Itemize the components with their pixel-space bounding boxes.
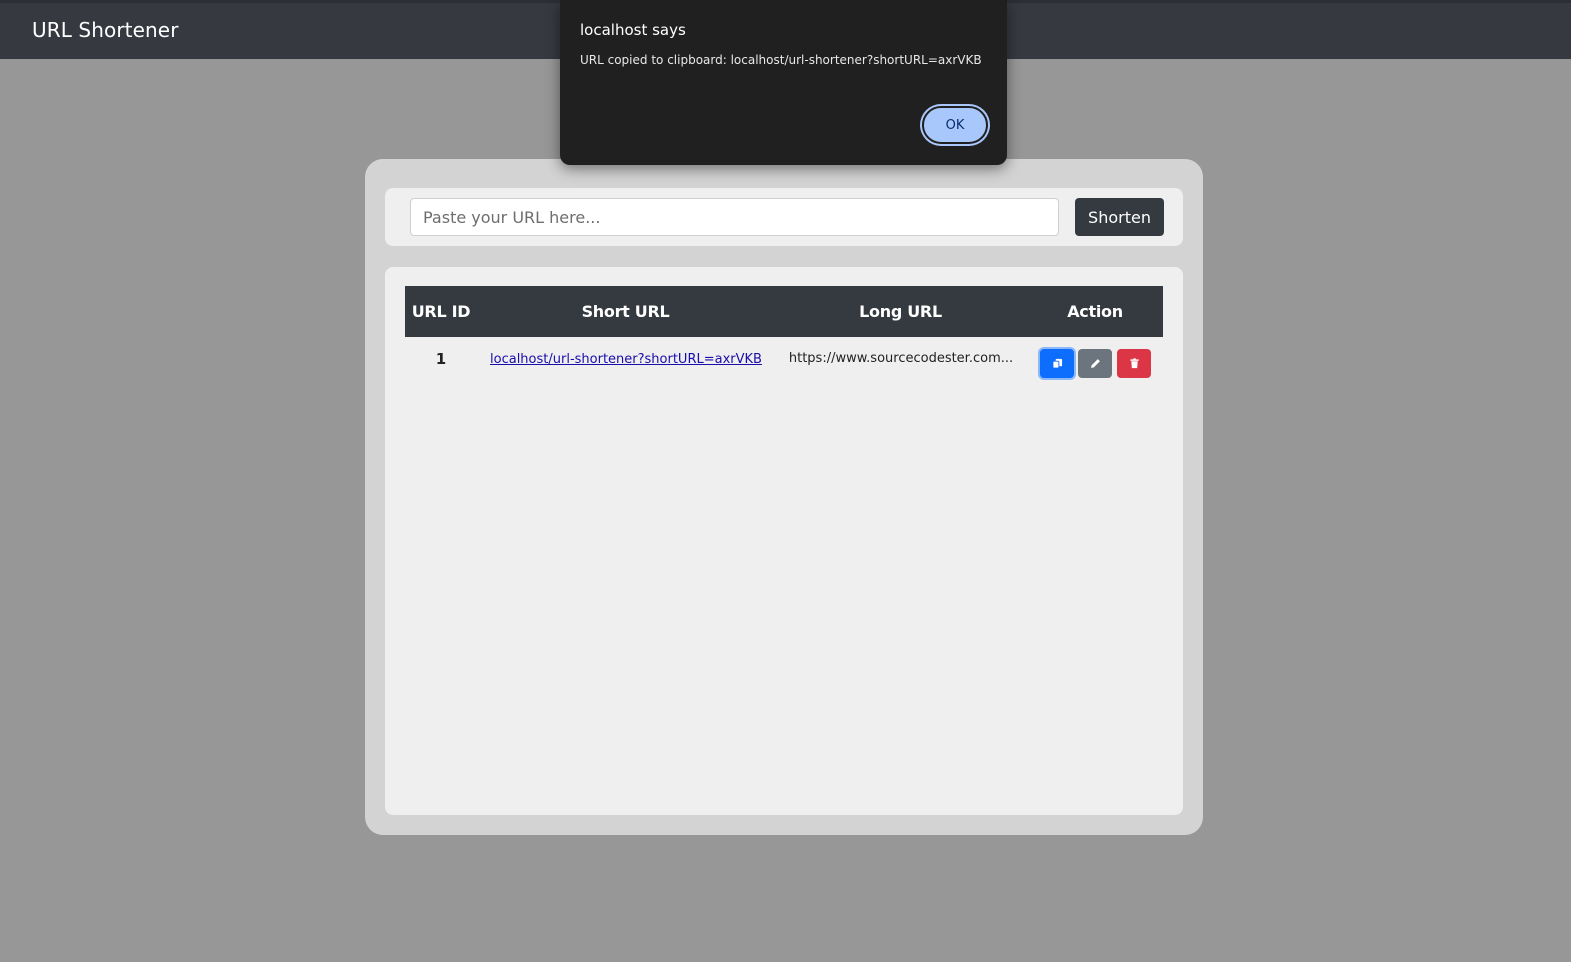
- column-header-long-url: Long URL: [859, 302, 942, 321]
- url-input[interactable]: [410, 198, 1059, 236]
- dialog-message: URL copied to clipboard: localhost/url-s…: [580, 53, 982, 67]
- copy-icon: [1051, 358, 1062, 369]
- column-header-action: Action: [1067, 302, 1123, 321]
- alert-dialog: localhost says URL copied to clipboard: …: [560, 0, 1007, 165]
- pencil-icon: [1090, 359, 1100, 368]
- column-header-url-id: URL ID: [411, 302, 471, 321]
- dialog-title: localhost says: [580, 21, 686, 39]
- main-panel: Shorten URL ID Short URL Long URL Action…: [365, 159, 1203, 835]
- edit-button[interactable]: [1078, 349, 1112, 378]
- dialog-ok-button[interactable]: OK: [922, 106, 988, 144]
- copy-button[interactable]: [1040, 349, 1074, 378]
- shorten-form: Shorten: [385, 188, 1183, 246]
- app-title: URL Shortener: [32, 18, 179, 42]
- url-id-cell: 1: [435, 350, 447, 368]
- delete-button[interactable]: [1117, 349, 1151, 378]
- column-header-short-url: Short URL: [581, 302, 670, 321]
- long-url-cell: https://www.sourcecodester.com...: [788, 351, 1014, 366]
- trash-icon: [1129, 358, 1139, 369]
- table-row: 1 localhost/url-shortener?shortURL=axrVK…: [405, 337, 1163, 383]
- table-header: URL ID Short URL Long URL Action: [405, 286, 1163, 337]
- shorten-button[interactable]: Shorten: [1075, 198, 1164, 236]
- url-table-card: URL ID Short URL Long URL Action 1 local…: [385, 267, 1183, 815]
- short-url-link[interactable]: localhost/url-shortener?shortURL=axrVKB: [490, 352, 762, 367]
